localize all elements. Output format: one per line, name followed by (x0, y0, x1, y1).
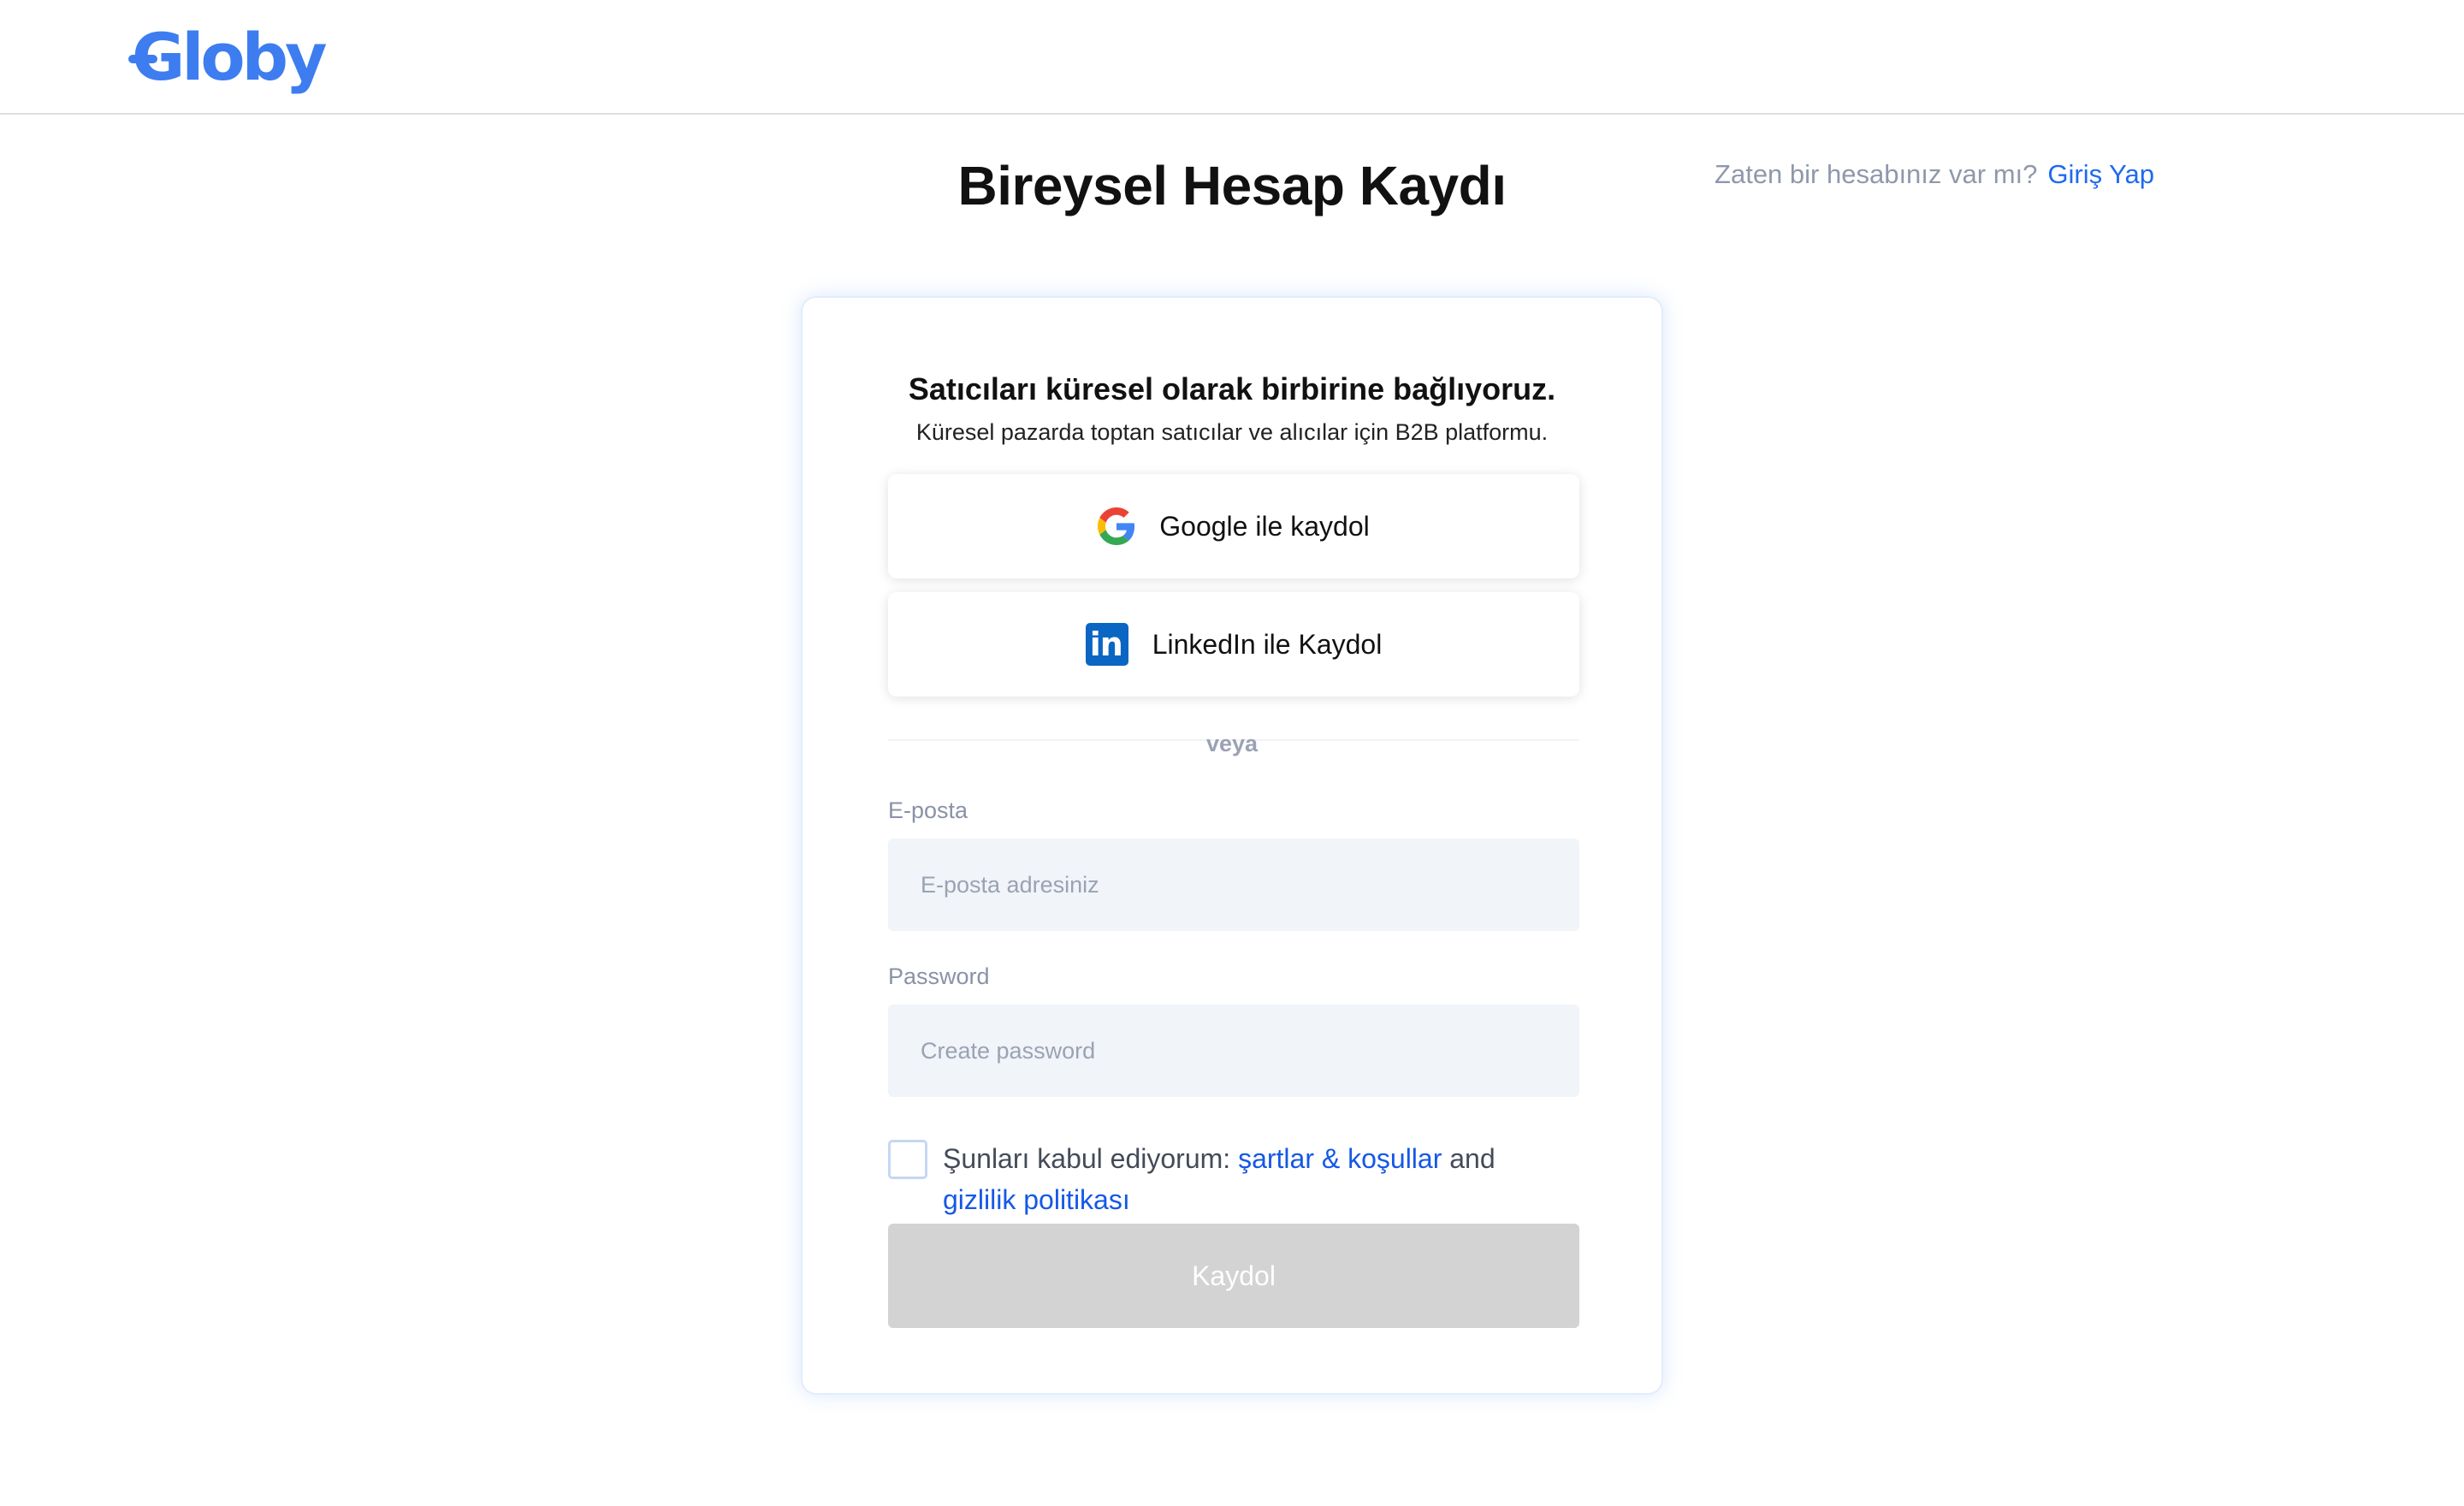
terms-conditions-link[interactable]: şartlar & koşullar (1238, 1143, 1442, 1174)
login-prompt: Zaten bir hesabınız var mı? Giriş Yap (1715, 159, 2154, 190)
terms-connector: and (1449, 1143, 1496, 1174)
email-input[interactable] (888, 839, 1579, 931)
globy-logo[interactable]: Globy (128, 19, 328, 96)
card-tagline: Satıcıları küresel olarak birbirine bağl… (908, 371, 1556, 406)
linkedin-button-label: LinkedIn ile Kaydol (1152, 628, 1383, 660)
password-label: Password (888, 963, 990, 989)
terms-row: Şunları kabul ediyorum: şartlar & koşull… (888, 1140, 1579, 1220)
login-prompt-text: Zaten bir hesabınız var mı? (1715, 159, 2038, 189)
logo-text: Globy (132, 19, 328, 95)
google-icon (1098, 507, 1135, 545)
privacy-policy-link[interactable]: gizlilik politikası (943, 1184, 1130, 1215)
email-label: E-posta (888, 797, 968, 823)
card-subtagline: Küresel pazarda toptan satıcılar ve alıc… (915, 419, 1549, 445)
terms-checkbox[interactable] (888, 1140, 927, 1179)
google-signup-button[interactable]: Google ile kaydol (888, 474, 1579, 578)
password-input[interactable] (888, 1005, 1579, 1097)
top-header: Globy (0, 0, 2464, 115)
linkedin-signup-button[interactable]: in LinkedIn ile Kaydol (888, 592, 1579, 697)
terms-text: Şunları kabul ediyorum: şartlar & koşull… (943, 1138, 1496, 1220)
login-link[interactable]: Giriş Yap (2047, 159, 2154, 190)
submit-button[interactable]: Kaydol (888, 1224, 1579, 1328)
google-button-label: Google ile kaydol (1159, 510, 1370, 542)
or-divider-text: veya (1205, 731, 1259, 756)
signup-card: Satıcıları küresel olarak birbirine bağl… (801, 296, 1663, 1395)
linkedin-icon: in (1085, 623, 1128, 666)
terms-prefix: Şunları kabul ediyorum: (943, 1143, 1231, 1174)
